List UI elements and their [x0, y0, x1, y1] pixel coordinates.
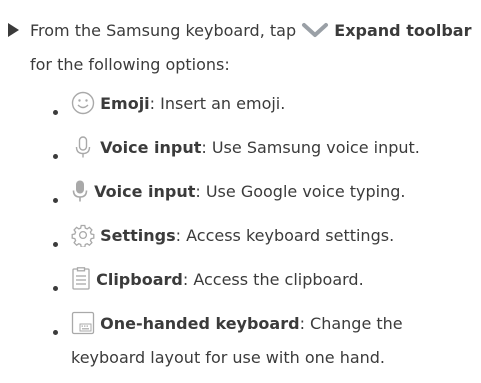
- intro-text-before: From the Samsung keyboard, tap: [30, 21, 302, 40]
- item-desc: : Insert an emoji.: [149, 94, 286, 113]
- bullet-dot: [53, 198, 58, 203]
- list-item-settings: Settings: Access keyboard settings.: [71, 219, 476, 253]
- list-item-voice-input-samsung: Voice input: Use Samsung voice input.: [71, 131, 476, 165]
- bullet-dot: [53, 286, 58, 291]
- list-item-clipboard: Clipboard: Access the clipboard.: [71, 263, 476, 297]
- list-item-emoji: Emoji: Insert an emoji.: [71, 87, 476, 121]
- microphone-filled-icon: [71, 179, 89, 203]
- item-desc: : Use Google voice typing.: [195, 182, 406, 201]
- item-label: Voice input: [100, 138, 202, 157]
- bullet-dot: [53, 110, 58, 115]
- item-label: One-handed keyboard: [100, 314, 300, 333]
- expand-toolbar-label: Expand toolbar: [334, 21, 472, 40]
- chevron-down-icon: [301, 21, 329, 39]
- item-label: Emoji: [100, 94, 150, 113]
- gear-icon: [71, 223, 95, 247]
- bullet-dot: [53, 154, 58, 159]
- item-label: Clipboard: [96, 270, 183, 289]
- item-label: Settings: [100, 226, 176, 245]
- bullet-dot: [53, 242, 58, 247]
- section-arrow-icon: [8, 23, 19, 37]
- item-desc: : Access the clipboard.: [182, 270, 364, 289]
- list-item-voice-input-google: Voice input: Use Google voice typing.: [71, 175, 476, 209]
- intro-text-after: for the following options:: [30, 55, 230, 74]
- microphone-outline-icon: [71, 135, 95, 159]
- list-item-one-handed-keyboard: One-handed keyboard: Change the keyboard…: [71, 307, 476, 375]
- clipboard-icon: [71, 266, 91, 291]
- item-label: Voice input: [94, 182, 196, 201]
- bullet-dot: [53, 330, 58, 335]
- emoji-icon: [71, 91, 95, 115]
- one-handed-keyboard-icon: [71, 311, 95, 335]
- item-desc: : Use Samsung voice input.: [201, 138, 420, 157]
- intro-paragraph: From the Samsung keyboard, tap Expand to…: [30, 14, 478, 82]
- item-desc: : Access keyboard settings.: [175, 226, 395, 245]
